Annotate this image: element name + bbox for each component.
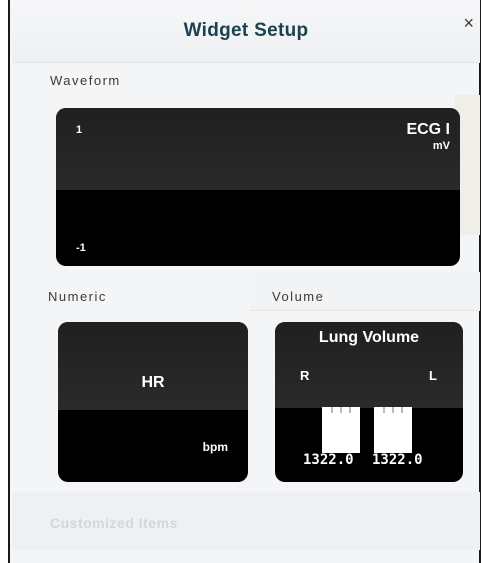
volume-left-label: L [429, 368, 437, 383]
dialog-frame: Customized Items Widget Setup × Waveform… [8, 0, 481, 563]
volume-right-bar [322, 407, 360, 453]
waveform-scale-min: -1 [76, 242, 86, 254]
waveform-unit: mV [432, 140, 450, 152]
bar-tick [392, 407, 394, 413]
waveform-widget[interactable]: 1 -1 ECG I mV [56, 108, 460, 266]
volume-widget[interactable]: Lung Volume R L 1322.0 1322.0 [275, 322, 463, 482]
bar-tick [340, 407, 342, 413]
numeric-band [58, 322, 248, 410]
waveform-name: ECG I [406, 121, 450, 138]
numeric-unit: bpm [202, 440, 228, 454]
dialog-title: Widget Setup [183, 20, 309, 41]
numeric-name: HR [141, 374, 165, 391]
numeric-widget[interactable]: HR bpm [58, 322, 248, 482]
waveform-scale-max: 1 [76, 124, 83, 136]
volume-right-label: R [300, 368, 310, 383]
volume-right-value: 1322.0 [303, 452, 354, 468]
volume-name: Lung Volume [318, 329, 420, 346]
close-icon[interactable]: × [463, 14, 474, 32]
bar-tick [383, 407, 385, 413]
dialog-title-bar: Widget Setup × [12, 0, 480, 63]
bar-tick [349, 407, 351, 413]
waveform-section-label: Waveform [50, 73, 121, 88]
volume-section-label: Volume [272, 289, 325, 304]
volume-left-value: 1322.0 [372, 452, 423, 468]
waveform-band [56, 108, 460, 190]
bar-tick [401, 407, 403, 413]
bar-tick [331, 407, 333, 413]
volume-left-bar [374, 407, 412, 453]
background-faded-label: Customized Items [50, 515, 178, 531]
numeric-section-label: Numeric [48, 289, 107, 304]
